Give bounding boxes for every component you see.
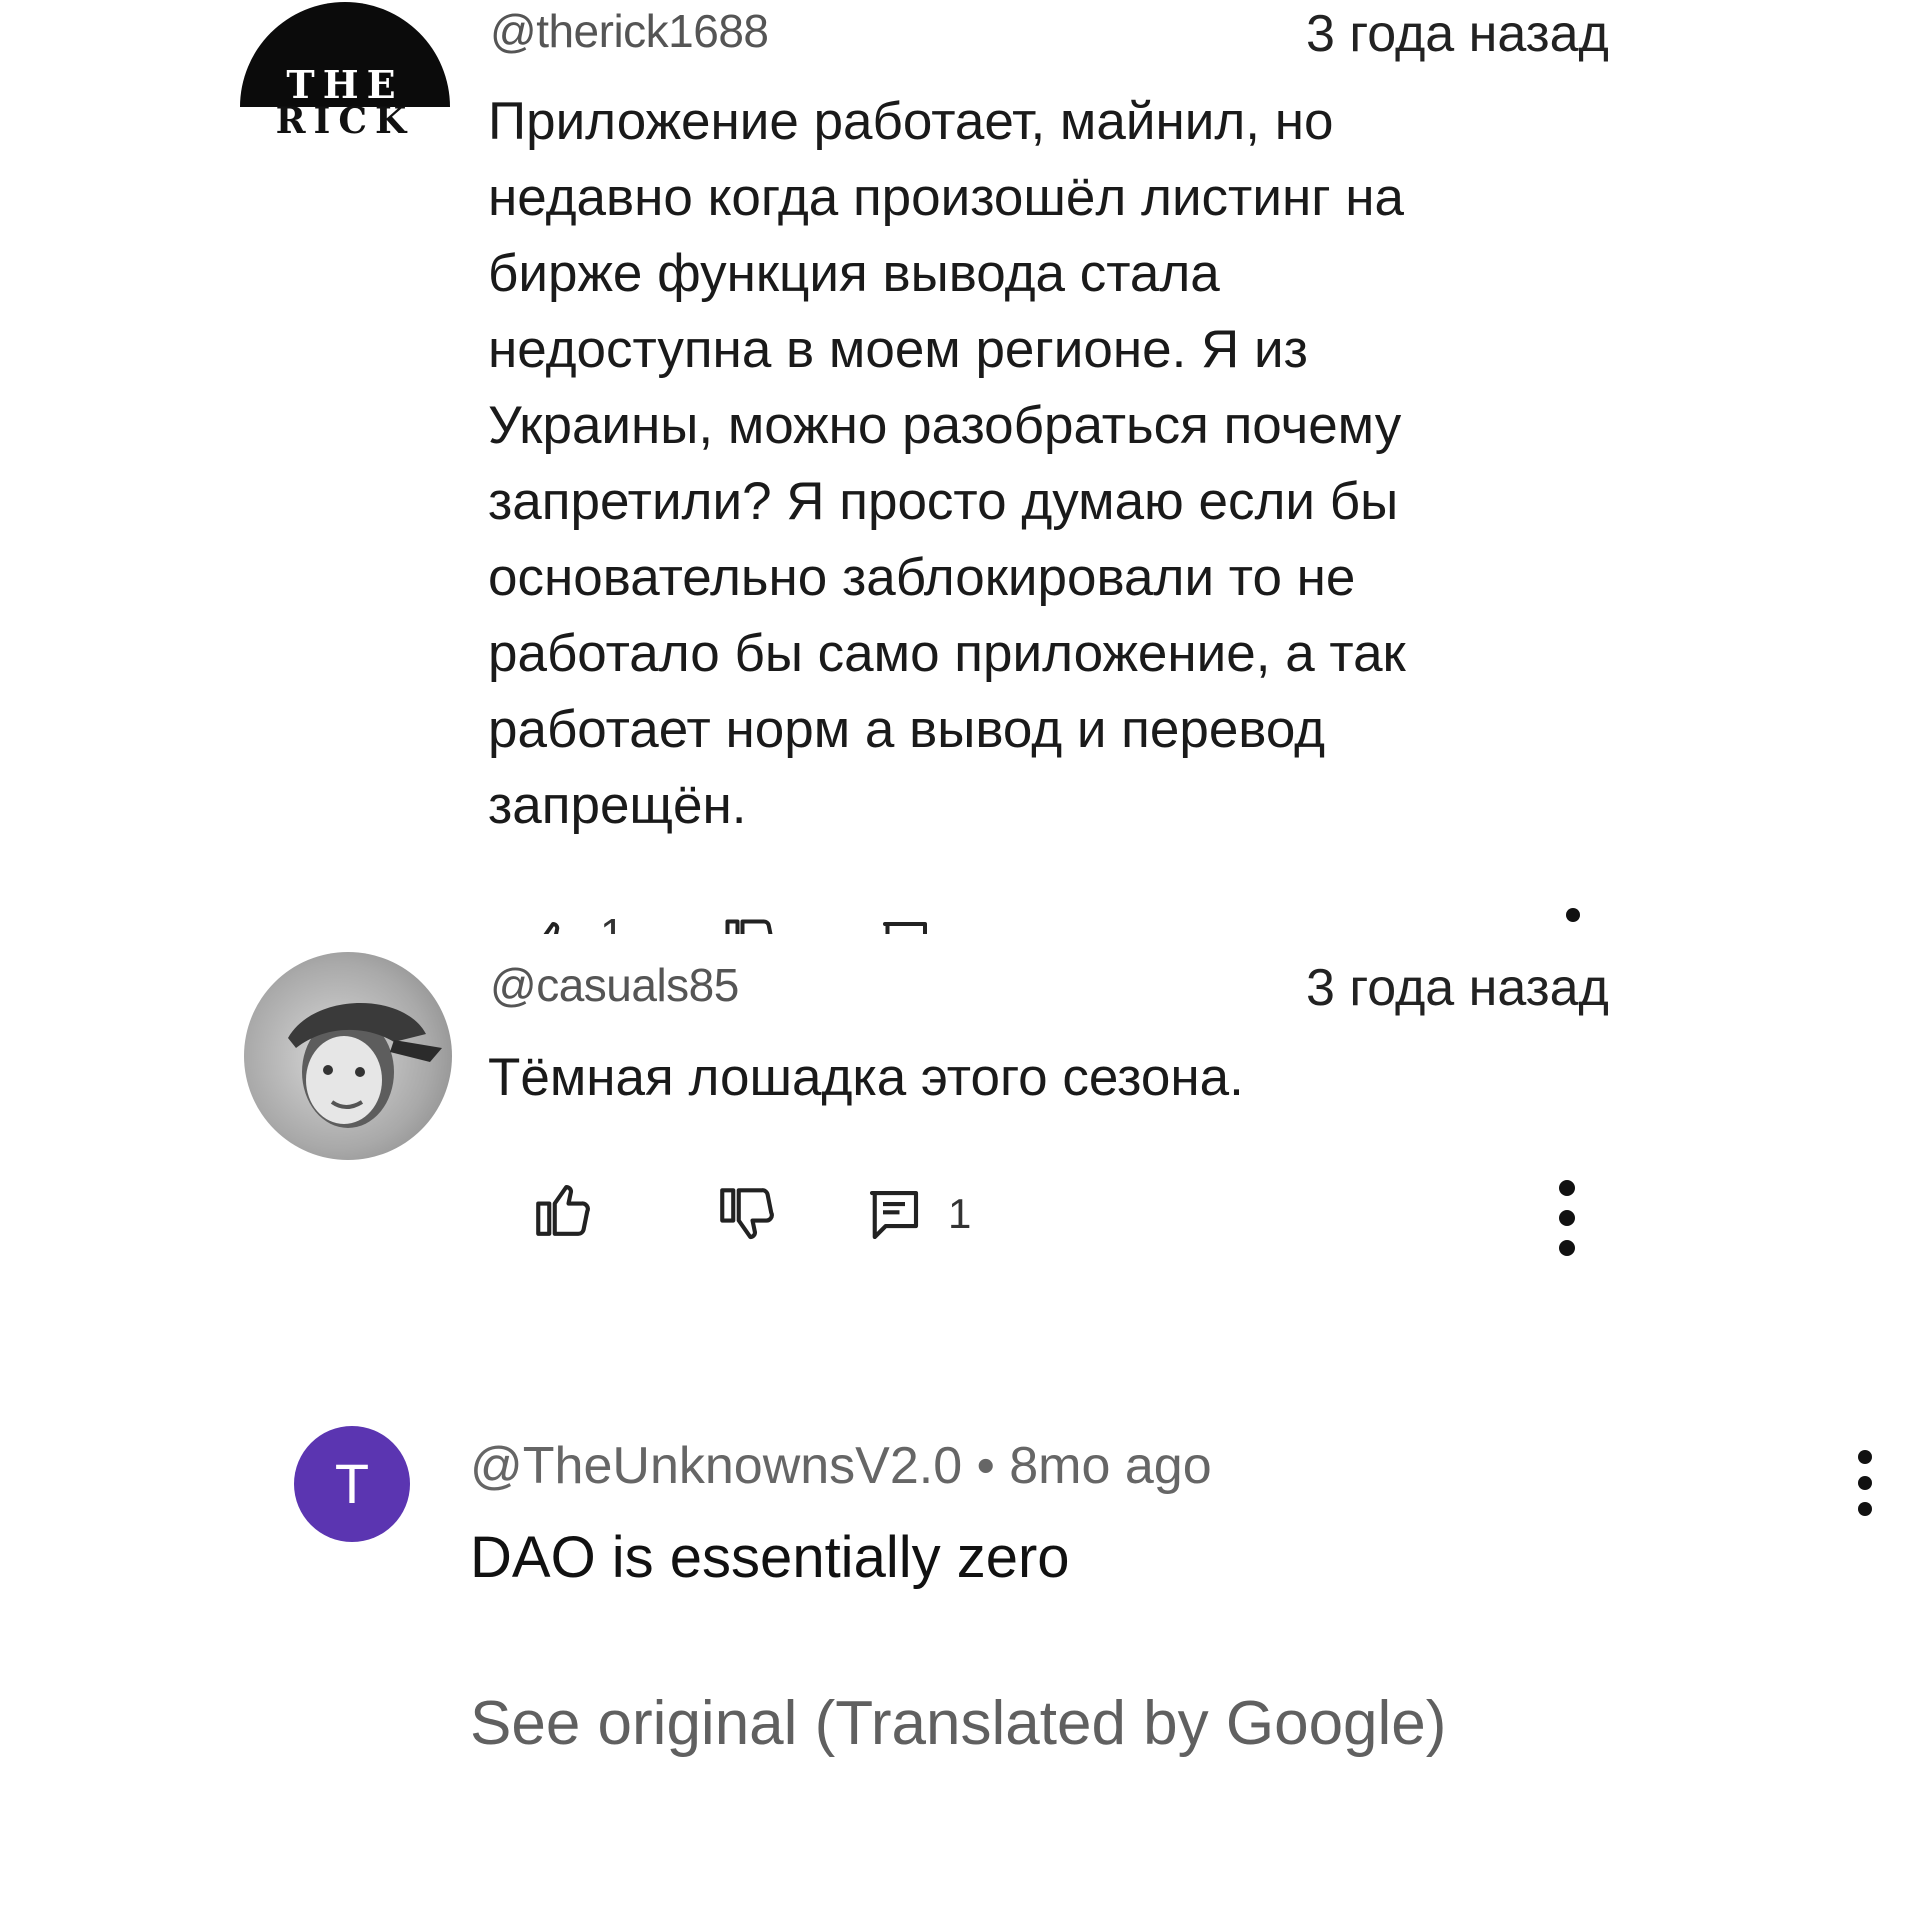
avatar-photo (288, 1002, 442, 1128)
comment-author-handle[interactable]: @casuals85 (490, 958, 739, 1012)
comment-actions-clipped: 1 (500, 900, 1600, 934)
comment-text-line: Приложение работает, майнил, но (488, 92, 1334, 151)
comment-text-line: работало бы само приложение, а так (488, 624, 1406, 683)
comment-text-line: бирже функция вывода стала (488, 244, 1220, 303)
comment-text-line: запрещён. (488, 776, 747, 835)
comment-text-line: недоступна в моем регионе. Я из (488, 320, 1308, 379)
avatar[interactable]: T (294, 1426, 410, 1542)
like-count: 1 (600, 910, 624, 934)
comment-text: DAO is essentially zero (470, 1525, 1070, 1590)
comment-text: Приложение работает, майнил, но недавно … (488, 84, 1668, 844)
more-vert-icon[interactable] (1852, 1448, 1878, 1518)
reply-count: 1 (948, 1190, 972, 1237)
avatar[interactable] (244, 952, 452, 1160)
reply-icon[interactable] (856, 1182, 932, 1248)
comment-text-line: Украины, можно разобраться почему (488, 396, 1402, 455)
like-icon[interactable] (520, 914, 580, 934)
comment-text: Тёмная лошадка этого сезона. (488, 1048, 1244, 1107)
reply-icon[interactable] (870, 914, 940, 934)
comment-text-line: запретили? Я просто думаю если бы (488, 472, 1399, 531)
more-vert-icon[interactable] (1552, 1178, 1582, 1258)
dislike-icon[interactable] (720, 914, 780, 934)
comment-author-meta[interactable]: @TheUnknownsV2.0 • 8mo ago (470, 1436, 1212, 1496)
avatar[interactable]: THE RICK (240, 2, 450, 212)
more-vert-icon[interactable] (1566, 908, 1580, 922)
comment-author-handle[interactable]: @therick1688 (490, 4, 769, 58)
comment-text-line: недавно когда произошёл листинг на (488, 168, 1405, 227)
comment-text-line: основательно заблокировали то не (488, 548, 1356, 607)
see-original-link[interactable]: See original (Translated by Google) (470, 1688, 1446, 1759)
comment-timestamp: 3 года назад (1306, 5, 1609, 63)
avatar-logo-text: RICK (275, 100, 415, 142)
dislike-icon[interactable] (714, 1182, 780, 1248)
comment-timestamp: 3 года назад (1306, 959, 1609, 1017)
comment-text-line: работает норм а вывод и перевод (488, 700, 1326, 759)
like-icon[interactable] (530, 1176, 596, 1242)
